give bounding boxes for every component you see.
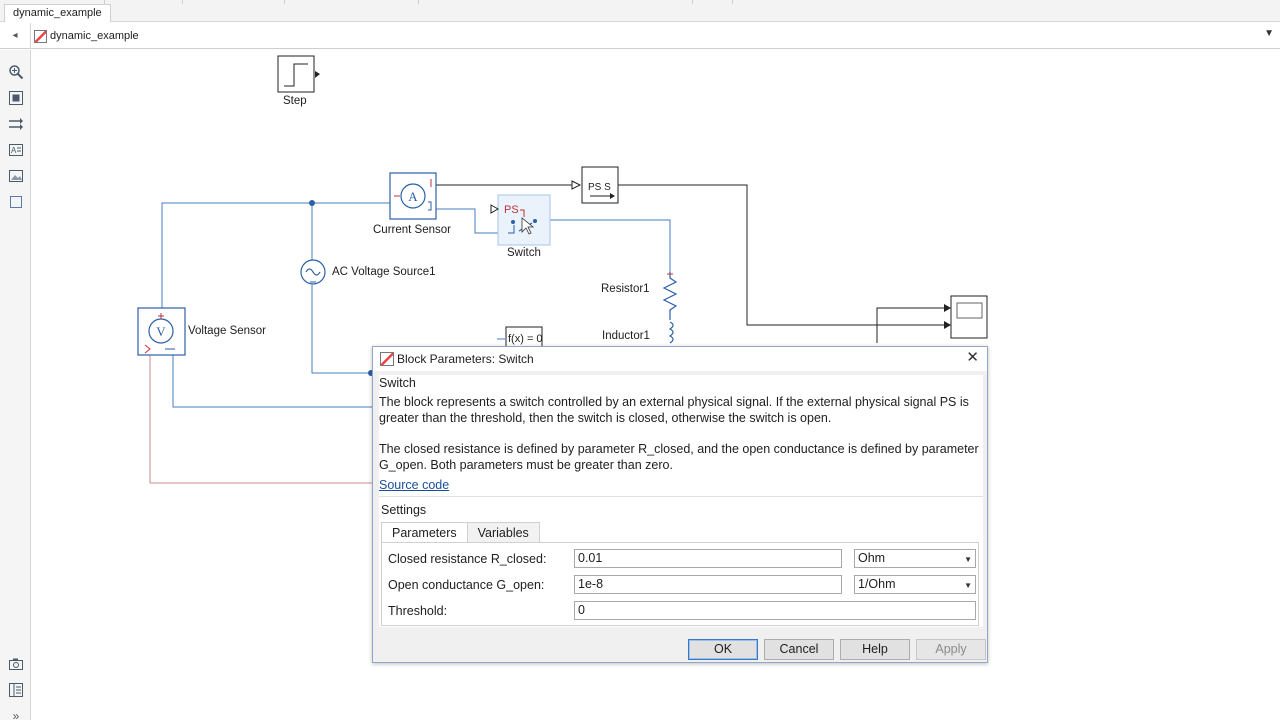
threshold-field[interactable]: 0 (574, 601, 976, 620)
step-label: Step (283, 95, 307, 107)
signal-arrow (944, 321, 951, 329)
solver-label: f(x) = 0 (508, 333, 543, 345)
camera-icon[interactable] (8, 656, 24, 672)
ps-simulink-converter[interactable]: PS S (581, 166, 619, 204)
ok-button[interactable]: OK (688, 639, 758, 660)
ammeter-glyph: A (408, 189, 418, 204)
tab-separator (182, 0, 183, 4)
source-code-link[interactable]: Source code (379, 478, 449, 492)
section-divider (379, 496, 983, 497)
inductor-label: Inductor1 (602, 330, 650, 342)
voltage-sensor-block[interactable]: V (137, 307, 186, 356)
param-label: Closed resistance R_closed: (388, 552, 547, 566)
block-type-heading: Switch (379, 376, 416, 390)
ps-converter-label: PS S (588, 182, 611, 193)
block-parameters-dialog: Block Parameters: Switch ✕ Switch The bl… (372, 346, 988, 663)
breadcrumb[interactable]: dynamic_example (34, 28, 139, 44)
breadcrumb-label: dynamic_example (50, 30, 139, 42)
current-sensor-label: Current Sensor (373, 224, 451, 236)
param-row-threshold: Threshold: 0 (388, 601, 978, 621)
chevron-down-icon[interactable]: ▼ (1264, 28, 1274, 39)
model-tab[interactable]: dynamic_example (4, 4, 111, 22)
param-label: Threshold: (388, 604, 448, 618)
tab-separator (104, 0, 105, 4)
area-icon[interactable] (8, 194, 24, 210)
help-button[interactable]: Help (840, 639, 910, 660)
svg-text:A: A (11, 146, 17, 155)
scope-block[interactable] (950, 295, 988, 339)
apply-button[interactable]: Apply (916, 639, 986, 660)
wire-junction (309, 200, 315, 206)
chevron-down-icon: ▼ (964, 581, 972, 590)
tab-parameters[interactable]: Parameters (381, 522, 468, 543)
settings-heading: Settings (381, 503, 427, 517)
signal-route-icon[interactable] (8, 116, 24, 132)
model-browser-icon[interactable] (8, 682, 24, 698)
current-sensor-block[interactable]: A (389, 172, 437, 220)
ac-voltage-source-block[interactable] (300, 259, 326, 285)
param-row-r-closed: Closed resistance R_closed: 0.01 Ohm ▼ (388, 549, 978, 569)
ps-port-label: PS (504, 204, 519, 216)
g-open-field[interactable]: 1e-8 (574, 575, 842, 594)
g-open-unit-select[interactable]: 1/Ohm ▼ (854, 575, 976, 594)
param-label: Open conductance G_open: (388, 578, 545, 592)
r-closed-unit-select[interactable]: Ohm ▼ (854, 549, 976, 568)
tab-separator (284, 0, 285, 4)
voltage-sensor-label: Voltage Sensor (188, 325, 267, 337)
model-icon (380, 352, 394, 366)
tab-separator (732, 0, 733, 4)
model-icon (34, 29, 47, 43)
dialog-titlebar[interactable]: Block Parameters: Switch ✕ (373, 347, 987, 371)
address-divider (30, 23, 31, 49)
annotation-icon[interactable]: A (8, 142, 24, 158)
chevron-down-icon: ▼ (964, 555, 972, 564)
switch-block[interactable]: PS (490, 194, 551, 246)
param-row-g-open: Open conductance G_open: 1e-8 1/Ohm ▼ (388, 575, 978, 595)
address-bar: ◂ dynamic_example ▼ (0, 23, 1280, 49)
switch-label: Switch (507, 247, 541, 259)
parameters-panel: Closed resistance R_closed: 0.01 Ohm ▼ O… (381, 542, 979, 626)
resistor-label: Resistor1 (601, 283, 650, 295)
inductor-block[interactable] (668, 321, 674, 344)
fit-view-icon[interactable] (8, 90, 24, 106)
voltmeter-glyph: V (156, 324, 166, 339)
resistor-block[interactable] (662, 272, 678, 320)
left-toolbar: A » (0, 50, 31, 720)
signal-arrow (944, 304, 951, 312)
dialog-title: Block Parameters: Switch (397, 352, 534, 366)
step-block[interactable] (277, 55, 320, 93)
description-paragraph-2: The closed resistance is defined by para… (379, 442, 979, 472)
expand-icon[interactable]: » (8, 708, 24, 720)
settings-tabs: Parameters Variables (381, 522, 540, 543)
signal-arrow (571, 180, 582, 190)
model-tab-strip: dynamic_example (0, 0, 1280, 22)
image-icon[interactable] (8, 168, 24, 184)
tab-variables[interactable]: Variables (466, 522, 540, 543)
r-closed-field[interactable]: 0.01 (574, 549, 842, 568)
unit-value: 1/Ohm (858, 577, 896, 591)
dialog-button-bar: OK Cancel Help Apply (373, 637, 987, 661)
solver-configuration-block[interactable]: f(x) = 0 (505, 326, 543, 348)
description-paragraph-1: The block represents a switch controlled… (379, 395, 969, 425)
tab-separator (418, 0, 419, 4)
ac-voltage-source-label: AC Voltage Source1 (332, 266, 436, 278)
measurement-wire (149, 355, 372, 484)
back-icon[interactable]: ◂ (8, 29, 22, 43)
unit-value: Ohm (858, 551, 886, 565)
tab-separator (692, 0, 693, 4)
simulink-window: dynamic_example ◂ dynamic_example ▼ A » … (0, 0, 1280, 720)
dialog-content: Switch The block represents a switch con… (379, 375, 983, 627)
close-icon[interactable]: ✕ (966, 350, 979, 366)
cancel-button[interactable]: Cancel (764, 639, 834, 660)
zoom-icon[interactable] (8, 64, 24, 80)
